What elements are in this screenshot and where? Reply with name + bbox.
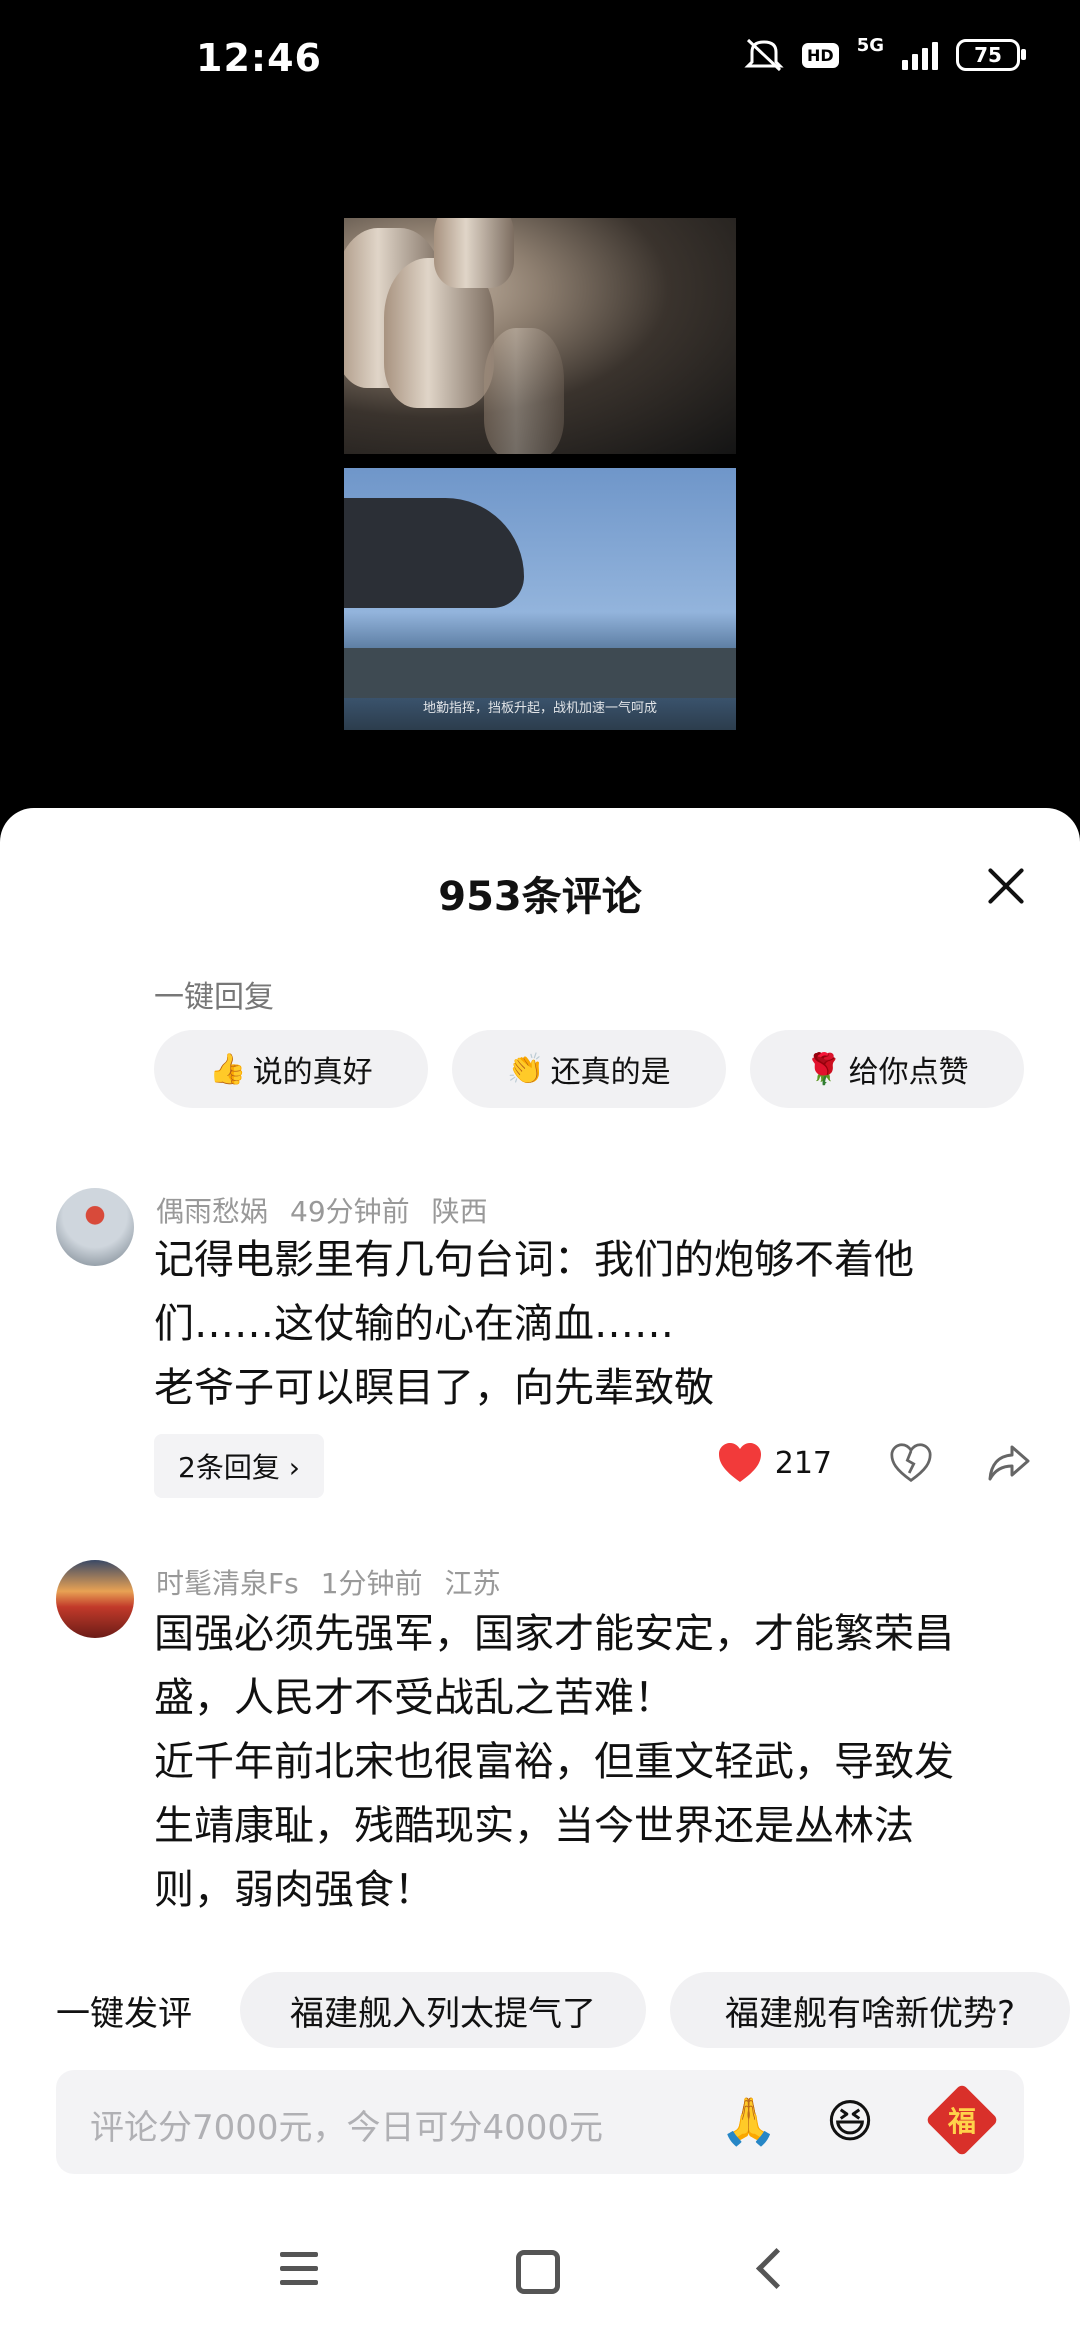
network-label: 5G: [856, 34, 884, 56]
suggestion-chip[interactable]: 福建舰入列太提气了: [240, 1972, 646, 2048]
quick-reply-text: 说的真好: [252, 1055, 373, 1090]
comment-meta: 偶雨愁娲 49分钟前 陕西: [156, 1190, 510, 1230]
quick-reply-text: 还真的是: [550, 1055, 671, 1090]
rose-icon: 🌹: [805, 1051, 843, 1087]
hd-icon: HD: [802, 42, 839, 68]
avatar[interactable]: [56, 1560, 134, 1638]
quick-reply-row: 👍 说的真好 👏 还真的是 🌹 给你点赞: [154, 1030, 1024, 1108]
comment-line: 记得电影里有几句台词：我们的炮够不着他: [154, 1237, 914, 1283]
status-bar: 12:46 HD 5G 75: [0, 0, 1080, 120]
comment-location: 江苏: [444, 1567, 501, 1600]
comment-text[interactable]: 国强必须先强军，国家才能安定，才能繁荣昌 盛，人民才不受战乱之苦难！ 近千年前北…: [154, 1602, 1024, 1922]
quick-reply-chip[interactable]: 👍 说的真好: [154, 1030, 428, 1108]
status-icons: HD 5G 75: [744, 34, 1026, 72]
comment-time: 1分钟前: [320, 1567, 423, 1600]
clap-icon: 👏: [507, 1051, 545, 1087]
quick-reply-chip[interactable]: 👏 还真的是: [452, 1030, 726, 1108]
comment-location: 陕西: [431, 1195, 488, 1228]
home-icon[interactable]: [516, 2250, 560, 2294]
comment-meta: 时髦清泉Fs 1分钟前 江苏: [156, 1562, 523, 1602]
comment-line: 则，弱肉强食！: [154, 1867, 434, 1913]
clock: 12:46: [196, 36, 322, 80]
quick-reply-chip[interactable]: 🌹 给你点赞: [750, 1030, 1024, 1108]
video-frame-jars: [344, 218, 736, 454]
avatar[interactable]: [56, 1188, 134, 1266]
quick-reply-label: 一键回复: [154, 980, 274, 1015]
video-frame-jet: 地勤指挥，挡板升起，战机加速一气呵成: [344, 468, 736, 730]
comment-line: 盛，人民才不受战乱之苦难！: [154, 1675, 674, 1721]
comment-count-title: 953条评论: [438, 874, 642, 920]
like-filled-icon[interactable]: [717, 1442, 763, 1484]
like-count: 217: [774, 1445, 832, 1481]
video-player[interactable]: 地勤指挥，挡板升起，战机加速一气呵成: [344, 218, 736, 730]
broken-heart-icon[interactable]: [890, 1443, 932, 1483]
back-icon[interactable]: [755, 2247, 798, 2290]
comment-line: 老爷子可以瞑目了，向先辈致敬: [154, 1365, 714, 1411]
comment-line: 们……这仗输的心在滴血……: [154, 1301, 674, 1347]
comment-line: 近千年前北宋也很富裕，但重文轻武，导致发: [154, 1739, 954, 1785]
battery-level: 75: [974, 43, 1002, 67]
fu-label: 福: [947, 2105, 976, 2138]
comment-composer: 一键发评 福建舰入列太提气了 福建舰有啥新优势? 评论分7000元，今日可分40…: [0, 1952, 1080, 2340]
menu-icon[interactable]: [280, 2252, 318, 2294]
battery-icon: 75: [956, 39, 1026, 71]
comment-actions: 217: [717, 1442, 1030, 1484]
mute-icon: [744, 38, 784, 72]
pray-emoji-button[interactable]: 🙏: [720, 2094, 777, 2149]
fu-sticker-button[interactable]: 福: [925, 2083, 999, 2157]
suggestion-chip[interactable]: 福建舰有啥新优势?: [670, 1972, 1070, 2048]
comment-username[interactable]: 偶雨愁娲: [156, 1195, 268, 1228]
thumbs-up-icon: 👍: [209, 1051, 247, 1087]
share-icon[interactable]: [988, 1444, 1030, 1482]
comment-line: 生靖康耻，残酷现实，当今世界还是丛林法: [154, 1803, 914, 1849]
onekey-comment-label: 一键发评: [56, 1994, 192, 2034]
signal-icon: [902, 40, 938, 70]
close-icon[interactable]: [984, 864, 1028, 908]
comment-time: 49分钟前: [290, 1195, 410, 1228]
quick-reply-text: 给你点赞: [848, 1055, 969, 1090]
comment-line: 国强必须先强军，国家才能安定，才能繁荣昌: [154, 1611, 954, 1657]
view-replies-button[interactable]: 2条回复 ›: [154, 1434, 324, 1498]
laugh-emoji-button[interactable]: 😆: [826, 2094, 874, 2148]
video-subtitle: 地勤指挥，挡板升起，战机加速一气呵成: [422, 701, 657, 716]
comment-text[interactable]: 记得电影里有几句台词：我们的炮够不着他 们……这仗输的心在滴血…… 老爷子可以瞑…: [154, 1228, 1024, 1420]
comment-input-placeholder: 评论分7000元，今日可分4000元: [90, 2108, 604, 2148]
comment-input[interactable]: 评论分7000元，今日可分4000元 🙏 😆 福: [56, 2070, 1024, 2174]
comment-username[interactable]: 时髦清泉Fs: [156, 1567, 299, 1600]
system-nav-bar: [0, 2247, 1080, 2312]
